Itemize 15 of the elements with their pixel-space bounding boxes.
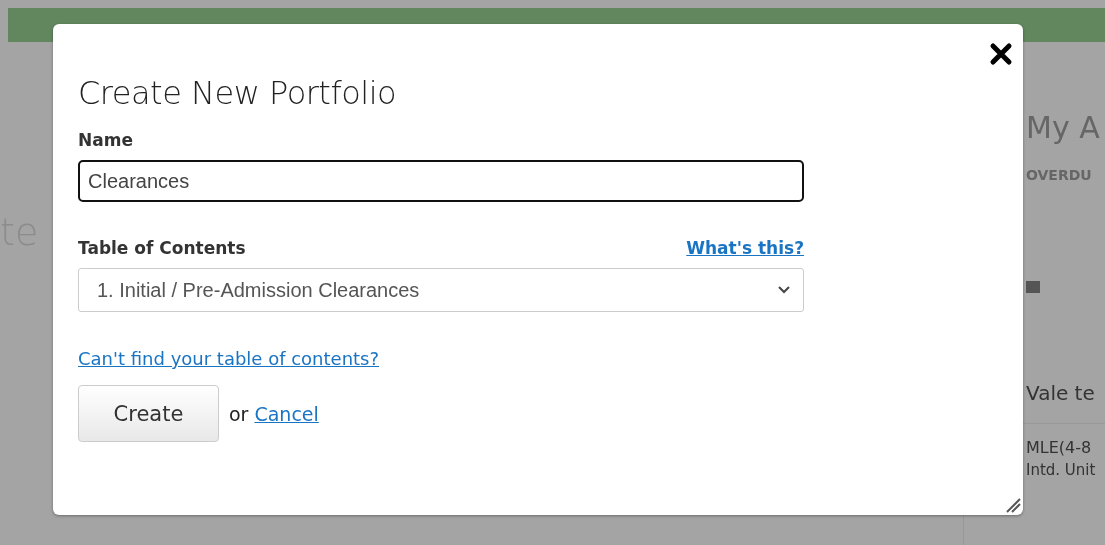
dialog-title: Create New Portfolio <box>78 74 398 112</box>
help-link[interactable]: What's this? <box>686 238 804 258</box>
find-link[interactable]: Can't find your table of contents? <box>78 348 380 369</box>
section-title: Vale te <box>1026 381 1096 405</box>
overdue-label: OVERDU <box>1026 167 1093 183</box>
or-text: or <box>229 402 249 425</box>
cancel-link[interactable]: Cancel <box>254 402 319 425</box>
name-field[interactable]: Clearances <box>78 160 804 202</box>
row-text: MLE(4-8 <box>1026 438 1093 457</box>
field-label: Table of Contents <box>78 238 246 258</box>
panel-heading: My A <box>1026 110 1101 145</box>
field-label: Name <box>78 130 134 150</box>
create-button[interactable]: Create <box>78 385 219 442</box>
contents-dropdown[interactable]: 1. Initial / Pre-Admission Clearances <box>78 268 804 312</box>
row-subtext: Intd. Unit <box>1026 461 1097 479</box>
